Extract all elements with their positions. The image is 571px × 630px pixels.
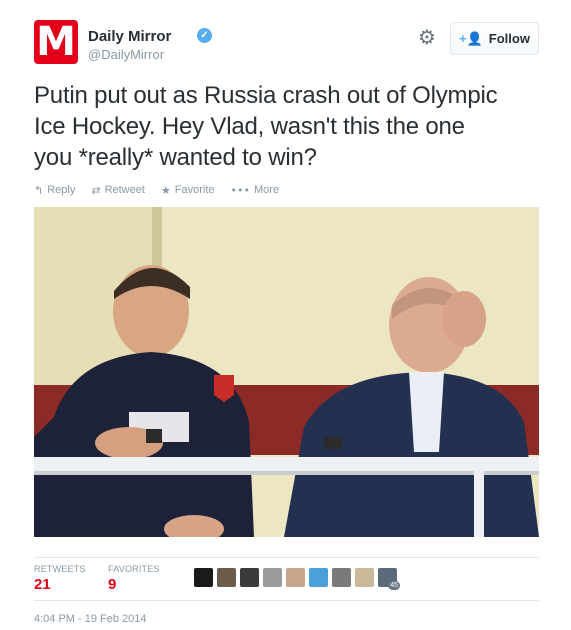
- tweet-header: M Daily Mirror ✓ @DailyMirror ⚙ +👤 Follo…: [34, 20, 539, 68]
- add-user-icon: +👤: [459, 30, 483, 46]
- follow-label: Follow: [488, 31, 530, 46]
- tweet-actions: ↰ Reply ⇄ Retweet ★ Favorite ••• More: [34, 182, 279, 198]
- favorites-stat[interactable]: FAVORITES 9: [108, 564, 160, 593]
- favoriter-avatar[interactable]: [286, 568, 305, 587]
- tweet-stats: RETWEETS 21 FAVORITES 9 45: [34, 557, 539, 601]
- tweet-photo[interactable]: [34, 207, 539, 537]
- tweet-text-line: Ice Hockey. Hey Vlad, wasn't this the on…: [34, 113, 465, 140]
- favoriter-avatar[interactable]: [263, 568, 282, 587]
- favoriter-avatar[interactable]: [217, 568, 236, 587]
- more-dots-icon: •••: [230, 183, 251, 197]
- favoriter-avatar[interactable]: [309, 568, 328, 587]
- favoriter-avatar[interactable]: 45: [378, 568, 400, 590]
- reply-icon: ↰: [34, 183, 44, 197]
- favoriter-avatar[interactable]: [194, 568, 213, 587]
- star-icon: ★: [160, 183, 171, 197]
- favoriter-avatar[interactable]: [355, 568, 374, 587]
- favorites-label: FAVORITES: [108, 564, 160, 574]
- avatar-letter: M: [36, 20, 76, 64]
- favoriter-avatar[interactable]: [240, 568, 259, 587]
- favorite-button[interactable]: ★ Favorite: [161, 184, 215, 197]
- reply-button[interactable]: ↰ Reply: [34, 184, 75, 197]
- follow-button[interactable]: +👤 Follow: [450, 22, 539, 55]
- tweet-text-line: Putin put out as Russia crash out of Oly…: [34, 82, 498, 109]
- retweets-label: RETWEETS: [34, 564, 86, 574]
- favorites-count: 9: [108, 576, 117, 593]
- verified-badge-icon: ✓: [197, 28, 212, 43]
- user-handle[interactable]: @DailyMirror: [88, 47, 164, 62]
- more-label: More: [254, 184, 280, 196]
- user-name[interactable]: Daily Mirror: [88, 28, 171, 45]
- retweet-label: Retweet: [104, 184, 145, 196]
- photo-illustration: [34, 207, 539, 537]
- reply-label: Reply: [47, 184, 76, 196]
- tweet-text-line: you *really* wanted to win?: [34, 144, 317, 171]
- retweet-button[interactable]: ⇄ Retweet: [91, 184, 145, 197]
- retweets-stat[interactable]: RETWEETS 21: [34, 564, 86, 593]
- avatar-overflow-badge: 45: [388, 581, 400, 590]
- retweets-count: 21: [34, 576, 51, 593]
- more-button[interactable]: ••• More: [231, 184, 280, 197]
- tweet-timestamp[interactable]: 4:04 PM - 19 Feb 2014: [34, 613, 147, 625]
- favoriter-avatars: 45: [194, 568, 400, 590]
- favoriter-avatar[interactable]: [332, 568, 351, 587]
- gear-icon[interactable]: ⚙: [416, 26, 438, 48]
- tweet-text: Putin put out as Russia crash out of Oly…: [34, 80, 539, 173]
- favorite-label: Favorite: [174, 184, 215, 196]
- avatar[interactable]: M: [34, 20, 78, 64]
- retweet-icon: ⇄: [91, 183, 101, 197]
